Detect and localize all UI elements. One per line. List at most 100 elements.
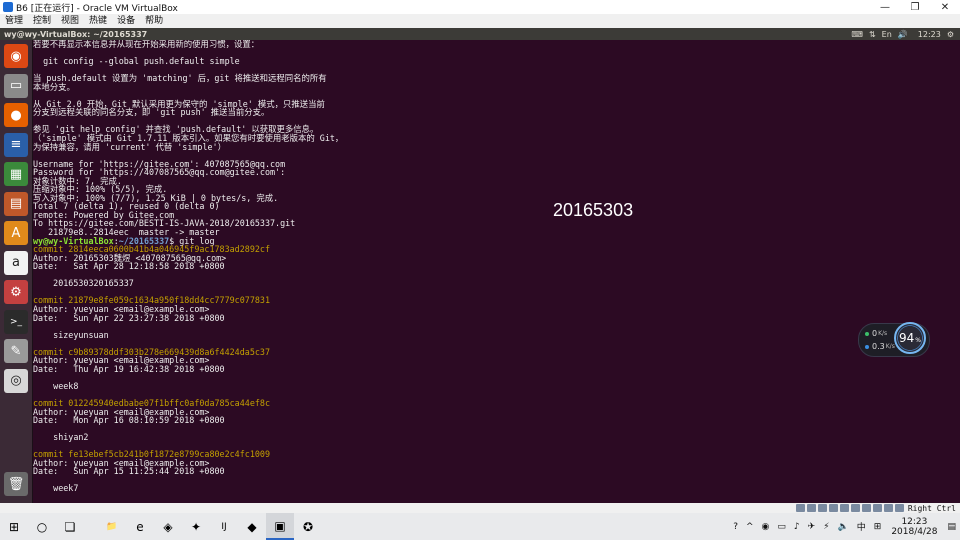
tray-indicator-icon[interactable]: 中 — [857, 520, 866, 533]
search-circle-icon[interactable]: ○ — [28, 513, 56, 540]
panel-indicator-icon[interactable]: ⇅ — [869, 30, 876, 39]
network-status-icon[interactable] — [828, 504, 838, 512]
window-titlebar: B6 [正在运行] - Oracle VM VirtualBox — ❐ ✕ — [0, 0, 960, 14]
memory-usage-gauge[interactable]: 94 % — [894, 322, 926, 354]
shared-folder-status-icon[interactable] — [850, 504, 860, 512]
tray-time: 12:23 — [901, 516, 928, 527]
terminal-line: Date: Sat Apr 28 12:18:58 2018 +0800 — [33, 261, 225, 272]
usb-status-icon[interactable] — [839, 504, 849, 512]
app-icon-2[interactable]: ✦ — [182, 513, 210, 540]
ubuntu-top-panel: wy@wy-VirtualBox: ~/20165337 ⌨ ⇅ En 🔊 12:23 ⚙ — [0, 28, 960, 40]
terminal-line: Date: Sun Apr 15 11:25:44 2018 +0800 — [33, 466, 225, 477]
start-button[interactable]: ⊞ — [0, 513, 28, 540]
edge-icon[interactable]: e — [126, 513, 154, 540]
tray-indicator-icon[interactable]: ⊞ — [874, 522, 882, 532]
gauge-value: 94 — [899, 331, 915, 345]
download-speed-value: 0.3 — [872, 342, 885, 351]
virtualbox-app-icon — [3, 2, 13, 12]
mouse-integration-icon[interactable] — [894, 504, 904, 512]
amazon-icon[interactable]: a — [4, 250, 28, 275]
impress-icon[interactable]: ▤ — [4, 191, 28, 216]
terminal-line: Date: Thu Apr 19 16:42:38 2018 +0800 — [33, 363, 225, 374]
intellij-icon[interactable]: IJ — [210, 513, 238, 540]
settings-icon[interactable]: ⚙ — [4, 280, 28, 304]
tray-indicator-icon[interactable]: 🔈 — [838, 522, 849, 532]
panel-indicators: ⌨ ⇅ En 🔊 12:23 ⚙ — [851, 30, 960, 39]
task-view-icon[interactable]: ❏ — [56, 513, 84, 540]
upload-speed-value: 0 — [872, 329, 878, 338]
tray-indicator-icon[interactable]: ✈ — [808, 522, 816, 532]
tray-indicator-icon[interactable]: ? — [733, 522, 738, 532]
notification-center-icon[interactable]: ▤ — [947, 522, 956, 532]
vbox-menu-item[interactable]: 热键 — [84, 14, 112, 28]
vbox-menu-item[interactable]: 设备 — [112, 14, 140, 28]
terminal-line: week7 — [33, 483, 79, 494]
close-button[interactable]: ✕ — [930, 0, 960, 14]
panel-indicator-icon[interactable]: ⌨ — [851, 30, 863, 39]
firefox-icon[interactable]: ● — [4, 103, 28, 127]
terminal-line: 若要不再显示本信息并从现在开始采用新的使用习惯，设置： — [33, 40, 260, 49]
app-icon-3[interactable]: ◆ — [238, 513, 266, 540]
restore-button[interactable]: ❐ — [900, 0, 930, 14]
optical-status-icon[interactable] — [806, 504, 816, 512]
panel-indicator-icon[interactable]: En — [882, 30, 892, 39]
tray-indicator-icon[interactable]: ◉ — [762, 522, 770, 532]
vbox-menu-item[interactable]: 控制 — [28, 14, 56, 28]
tray-indicator-icon[interactable]: ♪ — [794, 522, 800, 532]
hdd-status-icon[interactable] — [795, 504, 805, 512]
tray-date: 2018/4/28 — [891, 526, 938, 537]
minimize-button[interactable]: — — [870, 0, 900, 14]
trash-icon[interactable]: 🗑 — [4, 472, 28, 496]
terminal-icon[interactable]: >_ — [4, 309, 28, 334]
upload-speed: 0 K/s — [865, 329, 887, 338]
recording-status-icon[interactable] — [872, 504, 882, 512]
dvd-icon[interactable]: ◎ — [4, 368, 28, 393]
virtualbox-icon[interactable]: ▣ — [266, 513, 294, 540]
download-speed-unit: K/s — [885, 343, 895, 350]
text-editor-icon[interactable]: ✎ — [4, 339, 28, 363]
upload-indicator-icon — [865, 331, 869, 336]
files-icon[interactable]: ▭ — [4, 73, 28, 98]
terminal-line: shiyan2 — [33, 432, 89, 443]
window-title: B6 [正在运行] - Oracle VM VirtualBox — [16, 3, 178, 14]
host-key-label: Right Ctrl — [907, 503, 956, 513]
ubuntu-logo-icon[interactable]: ◉ — [4, 44, 28, 68]
writer-icon[interactable]: ≡ — [4, 132, 28, 157]
terminal-output[interactable]: 若要不再显示本信息并从现在开始采用新的使用习惯，设置： git config -… — [33, 40, 960, 503]
display-status-icon[interactable] — [861, 504, 871, 512]
terminal-line: 当 push.default 设置为 'matching' 后，git 将推送和… — [33, 73, 327, 84]
vbox-menu-item[interactable]: 视图 — [56, 14, 84, 28]
software-center-icon[interactable]: A — [4, 221, 28, 245]
vbox-menu-bar: 管理 控制 视图 热键 设备 帮助 — [0, 14, 960, 28]
cpu-status-icon[interactable] — [883, 504, 893, 512]
download-indicator-icon — [865, 344, 869, 349]
tray-indicator-icon[interactable]: ^ — [746, 522, 754, 532]
tray-indicator-icon[interactable]: ▭ — [777, 522, 786, 532]
vbox-status-bar: Right Ctrl — [0, 503, 960, 513]
app-icon-1[interactable]: ◈ — [154, 513, 182, 540]
windows-taskbar: ⊞ ○ ❏ 📁 e ◈ ✦ IJ ◆ ▣ ✪ ? ^ ◉ ▭ ♪ ✈ ⚡ 🔈 中 ⊞ 12:23 2018/4/28 … — [0, 513, 960, 540]
terminal-window-title: wy@wy-VirtualBox: ~/20165337 — [4, 29, 148, 39]
download-speed: 0.3 K/s — [865, 342, 895, 351]
app-icon-4[interactable]: ✪ — [294, 513, 322, 540]
vbox-menu-item[interactable]: 帮助 — [140, 14, 168, 28]
panel-clock[interactable]: 12:23 — [918, 30, 941, 39]
panel-indicator-icon[interactable]: 🔊 — [898, 30, 908, 39]
power-settings-icon[interactable]: ⚙ — [947, 30, 954, 39]
tray-clock[interactable]: 12:23 2018/4/28 — [891, 517, 937, 537]
vbox-menu-item[interactable]: 管理 — [0, 14, 28, 28]
terminal-line: week8 — [33, 380, 79, 391]
terminal-line: 对象计数中: 7, 完成. — [33, 175, 122, 186]
tray-indicator-icon[interactable]: ⚡ — [823, 522, 829, 532]
terminal-line: Date: Sun Apr 22 23:27:38 2018 +0800 — [33, 312, 225, 323]
unity-launcher: ◉ ▭ ● ≡ ▦ ▤ Aa ⚙ >_ ✎ ◎ 🗑 — [0, 40, 33, 503]
file-explorer-icon[interactable]: 📁 — [98, 513, 126, 540]
gauge-unit: % — [915, 336, 921, 344]
calc-icon[interactable]: ▦ — [4, 162, 28, 186]
terminal-line: sizeyunsuan — [33, 329, 109, 340]
audio-status-icon[interactable] — [817, 504, 827, 512]
